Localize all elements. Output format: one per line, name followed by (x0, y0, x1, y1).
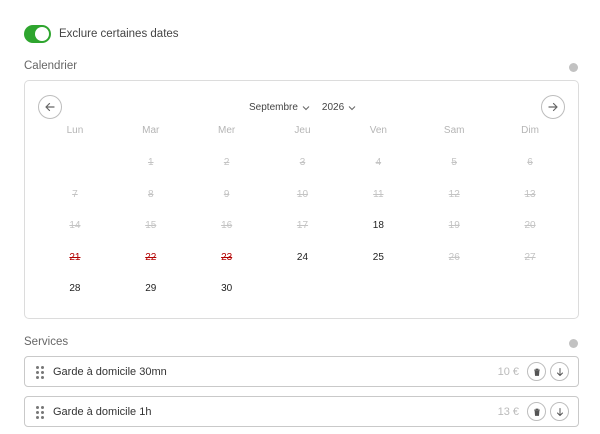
calendar-day-disabled: 15 (145, 220, 157, 231)
calendar-day-available[interactable]: 25 (340, 249, 416, 281)
weekday-header: Lun Mar Mer Jeu Ven Sam Dim (37, 125, 568, 136)
calendar-day-disabled: 11 (373, 188, 384, 200)
calendar-day-disabled: 3 (299, 157, 306, 168)
arrow-left-icon (45, 102, 55, 112)
services-info-icon[interactable] (569, 339, 578, 348)
weekday-label: Mar (142, 125, 160, 136)
trash-icon (533, 368, 540, 376)
calendar-day-excluded[interactable]: 21 (37, 249, 113, 281)
calendar-day-available[interactable]: 18 (340, 217, 416, 249)
calendar-day-disabled: 7 (72, 188, 78, 200)
calendar-days-grid: 1 2 3 4 5 6 7 8 9 10 11 12 13 14 15 16 17 18 19 20 21 22 23 24 2… (37, 154, 568, 312)
weekday-label: Dim (521, 125, 539, 136)
arrow-right-icon (548, 102, 558, 112)
weekday-label: Sam (443, 125, 465, 136)
calendar-section-label: Calendrier (24, 60, 78, 72)
chevron-down-icon (302, 105, 310, 110)
calendar-day-disabled: 20 (524, 220, 536, 231)
delete-service-button[interactable] (527, 402, 546, 421)
month-select[interactable]: Septembre (249, 102, 310, 113)
service-name: Garde à domicile 30mn (53, 365, 167, 378)
arrow-down-icon (556, 367, 563, 376)
calendar-day-available[interactable]: 28 (37, 280, 113, 312)
calendar-day-available[interactable]: 29 (113, 280, 189, 312)
move-down-button[interactable] (550, 362, 569, 381)
calendar-day-disabled: 2 (223, 157, 230, 168)
calendar-day-excluded[interactable]: 22 (113, 249, 189, 281)
chevron-down-icon (348, 105, 356, 110)
calendar-day-disabled: 17 (296, 220, 309, 231)
calendar-day-disabled: 27 (524, 251, 536, 263)
calendar: Septembre 2026 Lun Mar Mer Jeu Ven Sam D… (24, 80, 579, 319)
year-select[interactable]: 2026 (322, 102, 356, 113)
services-section-label: Services (24, 336, 69, 348)
service-price: 10 € (497, 365, 519, 378)
month-year-selectors: Septembre 2026 (249, 102, 368, 113)
calendar-day-disabled: 9 (223, 188, 230, 200)
trash-icon (533, 408, 540, 416)
exclude-dates-toggle[interactable] (24, 25, 51, 43)
previous-month-button[interactable] (38, 95, 62, 119)
calendar-day-available[interactable]: 30 (189, 280, 265, 312)
weekday-label: Ven (369, 125, 387, 136)
exclude-dates-label: Exclure certaines dates (59, 28, 179, 40)
next-month-button[interactable] (541, 95, 565, 119)
calendar-day-available[interactable]: 24 (265, 249, 341, 281)
calendar-day-disabled: 12 (448, 188, 460, 200)
calendar-day-disabled: 8 (147, 188, 154, 200)
calendar-day-disabled: 1 (147, 157, 154, 168)
calendar-day-disabled: 14 (69, 220, 81, 231)
calendar-day-disabled: 19 (448, 220, 460, 231)
exclude-dates-toggle-row: Exclure certaines dates (24, 25, 179, 43)
year-select-value: 2026 (321, 102, 345, 113)
weekday-label: Lun (66, 125, 84, 136)
arrow-down-icon (556, 407, 563, 416)
weekday-label: Mer (218, 125, 236, 136)
calendar-day-disabled: 6 (527, 157, 533, 168)
service-name: Garde à domicile 1h (53, 405, 152, 418)
drag-handle-icon[interactable] (36, 405, 44, 419)
calendar-day-disabled: 16 (221, 220, 233, 231)
calendar-day-disabled: 26 (448, 251, 460, 263)
calendar-day-disabled: 10 (296, 188, 309, 200)
calendar-day-excluded[interactable]: 23 (189, 249, 265, 281)
weekday-label: Jeu (294, 125, 311, 136)
month-select-value: Septembre (249, 102, 298, 113)
service-item[interactable]: Garde à domicile 30mn 10 € (24, 356, 579, 387)
move-down-button[interactable] (550, 402, 569, 421)
toggle-knob (35, 27, 49, 41)
calendar-info-icon[interactable] (569, 63, 578, 72)
drag-handle-icon[interactable] (36, 365, 44, 379)
calendar-day-disabled: 4 (375, 157, 382, 168)
calendar-day-disabled: 5 (451, 157, 457, 168)
calendar-empty-cell (37, 154, 113, 186)
delete-service-button[interactable] (527, 362, 546, 381)
calendar-day-disabled: 13 (524, 188, 536, 200)
service-item[interactable]: Garde à domicile 1h 13 € (24, 396, 579, 427)
service-price: 13 € (497, 405, 519, 418)
